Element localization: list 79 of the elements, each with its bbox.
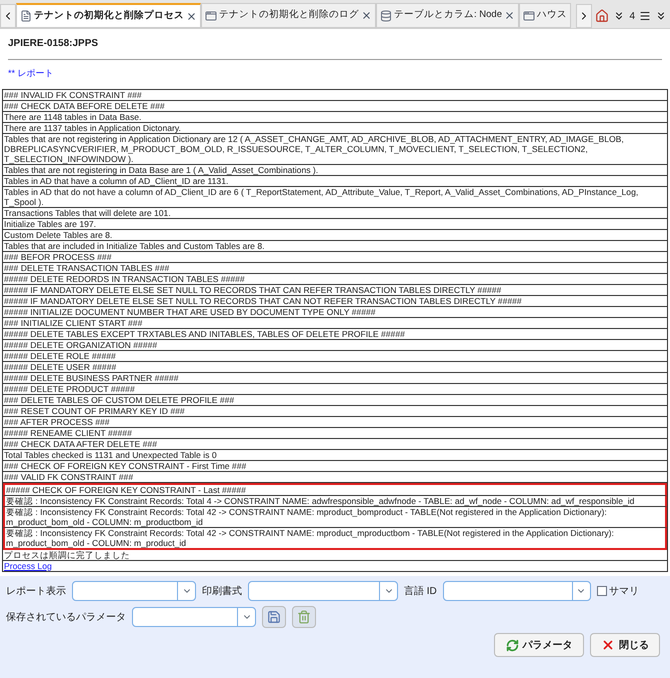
log-row: ### DELETE TABLES OF CUSTOM DELETE PROFILE ### [3, 394, 667, 406]
log-row: Tables that are not registering in Data Base are 1 ( A_Valid_Asset_Combinations ). [3, 164, 667, 176]
save-button[interactable] [262, 606, 286, 628]
field-label: 印刷書式 [202, 584, 242, 598]
tab-count: 4 [629, 10, 635, 24]
dropdown-field[interactable] [132, 607, 256, 627]
log-row: ##### DELETE BUSINESS PARTNER ##### [3, 372, 667, 384]
log-row: ### CHECK DATA BEFORE DELETE ### [3, 100, 667, 112]
log-row: ### VALID FK CONSTRAINT ### [3, 472, 667, 482]
log-row: ### RESET COUNT OF PRIMARY KEY ID ### [3, 406, 667, 416]
log-row: ##### DELETE PRODUCT ##### [3, 384, 667, 394]
log-row: ### AFTER PROCESS ### [3, 416, 667, 428]
dropdown-field[interactable] [248, 581, 398, 601]
tab-label: テーブルとカラム: Node [394, 8, 502, 22]
home-icon[interactable] [595, 9, 610, 23]
log-row: Tables that are included in Initialize Tables and Custom Tables are 8. [3, 240, 667, 252]
trash-icon [297, 610, 311, 624]
log-row: Tables that are not registering in Application Dictionary are 12 ( A_ASSET_CHANGE_AMT, AD_ARCHIVE_BLOB, AD_ATTACHMENT_ENTRY, AD_IMAGE_BLOB, DBREPLICASYNCVERIFIER, M_PRODUCT_BOM_OLD, R_ISSUESOURCE, T_ALTER_COLUMN, T_MOVECLIENT, T_SELECTION, T_SELECTION2, T_SELECTION_INFOWINDOW ). [3, 134, 667, 164]
log-row: ### CHECK DATA AFTER DELETE ### [3, 438, 667, 450]
close-icon[interactable] [361, 10, 372, 21]
log-row: ##### IF MANDATORY DELETE ELSE SET NULL TO RECORDS THAT CAN NOT REFER TRANSACTION TABLES DIRECTLY ##### [3, 296, 667, 306]
report-link[interactable]: ** レポート [8, 67, 54, 80]
field-label: レポート表示 [6, 584, 66, 598]
log-row: ##### CHECK OF FOREIGN KEY CONSTRAINT - Last ##### [3, 482, 667, 496]
process-log-link[interactable]: Process Log [4, 560, 52, 570]
tab-icon [205, 10, 217, 22]
scroll-right-button[interactable] [576, 4, 592, 28]
refresh-icon [506, 638, 518, 652]
dropdown-field[interactable] [442, 581, 591, 601]
log-row: ##### INITIALIZE DOCUMENT NUMBER THAT ARE USED BY DOCUMENT TYPE ONLY ##### [3, 306, 667, 318]
log-row: Total Tables checked is 1131 and Unexpected Table is 0 [3, 450, 667, 460]
tab-icon [20, 10, 32, 22]
tab[interactable]: テーブルとカラム: Node [376, 3, 519, 28]
log-row: ##### DELETE ROLE ##### [3, 350, 667, 362]
log-row: ### CHECK OF FOREIGN KEY CONSTRAINT - First Time ### [3, 460, 667, 472]
log-row: ##### DELETE TABLES EXCEPT TRXTABLES AND INITABLES, TABLES OF DELETE PROFILE ##### [3, 328, 667, 340]
log-row: ##### DELETE ORGANIZATION ##### [3, 340, 667, 350]
log-row: 要確認 : Inconsistency FK Constraint Records: Total 4 -> CONSTRAINT NAME: adwfresponsible_adwfnode - TABLE: ad_wf_node - COLUMN: ad_wf_responsible_id [3, 496, 667, 506]
log-row: ### BEFOR PROCESS ### [3, 252, 667, 262]
tab-icon [523, 10, 535, 22]
field-label: 保存されているパラメータ [6, 610, 126, 624]
dropdown-field[interactable] [72, 581, 196, 601]
tab-label: テナントの初期化と削除プロセス [34, 8, 184, 23]
log-row: 要確認 : Inconsistency FK Constraint Records: Total 42 -> CONSTRAINT NAME: mproduct_bomproduct - TABLE(Not registered in the Application Dictionary): m_product_bom_old - COLUMN: m_productbom_id [3, 506, 667, 528]
log-row: ##### DELETE REDORDS IN TRANSACTION TABLES ##### [3, 274, 667, 284]
log-row: There are 1148 tables in Data Base. [3, 112, 667, 122]
close-icon[interactable] [186, 10, 197, 22]
menu-icon[interactable] [639, 10, 651, 22]
chevron-icon[interactable] [655, 10, 667, 22]
checkbox[interactable] [596, 586, 607, 596]
field-label: 言語 ID [404, 584, 437, 598]
log-row: Tables in AD that do not have a column of AD_Client_ID are 6 ( T_ReportStatement, AD_Attribute_Value, T_Report, A_Valid_Asset_Combinations, AD_PInstance_Log, T_Spool ). [3, 186, 667, 208]
log-row: 要確認 : Inconsistency FK Constraint Records: Total 42 -> CONSTRAINT NAME: mproduct_mproductbom - TABLE(Not registered in the Application Dictionary): m_product_bom_old - COLUMN: m_product_id [3, 528, 667, 550]
tab-label: ハウス [537, 8, 567, 22]
log-row: ### INITIALIZE CLIENT START ### [3, 318, 667, 328]
save-icon [267, 610, 281, 624]
checkbox-label: サマリ [608, 584, 639, 598]
parameters-button[interactable]: パラメータ [494, 633, 584, 657]
tab-label: テナントの初期化と削除のログ [219, 8, 359, 22]
tab[interactable]: テナントの初期化と削除プロセス [16, 3, 201, 28]
log-row: ##### RENEAME CLIENT ##### [3, 428, 667, 438]
close-icon [601, 638, 615, 652]
log-row: Transactions Tables that will delete are 101. [3, 208, 667, 218]
log-row: There are 1137 tables in Application Dictonary. [3, 122, 667, 134]
log-row: Custom Delete Tables are 8. [3, 230, 667, 240]
log-row: ### INVALID FK CONSTRAINT ### [3, 90, 667, 100]
log-row: ##### DELETE USER ##### [3, 362, 667, 372]
close-button[interactable]: 閉じる [590, 633, 660, 657]
tab[interactable]: ハウス [519, 3, 571, 28]
log-row: ##### IF MANDATORY DELETE ELSE SET NULL TO RECORDS THAT CAN REFER TRANSACTION TABLES DIRECTLY ##### [3, 284, 667, 296]
process-title: JPIERE-0158:JPPS [8, 36, 662, 60]
log-row: ### DELETE TRANSACTION TABLES ### [3, 262, 667, 274]
log-row: Tables in AD that have a column of AD_Client_ID are 1131. [3, 176, 667, 186]
tab[interactable]: テナントの初期化と削除のログ [201, 3, 376, 28]
close-icon[interactable] [504, 10, 515, 21]
log-row: Initialize Tables are 197. [3, 218, 667, 230]
scroll-left-button[interactable] [0, 4, 16, 28]
log-row: プロセスは順調に完了しました [3, 550, 667, 560]
tab-icon [380, 10, 392, 22]
